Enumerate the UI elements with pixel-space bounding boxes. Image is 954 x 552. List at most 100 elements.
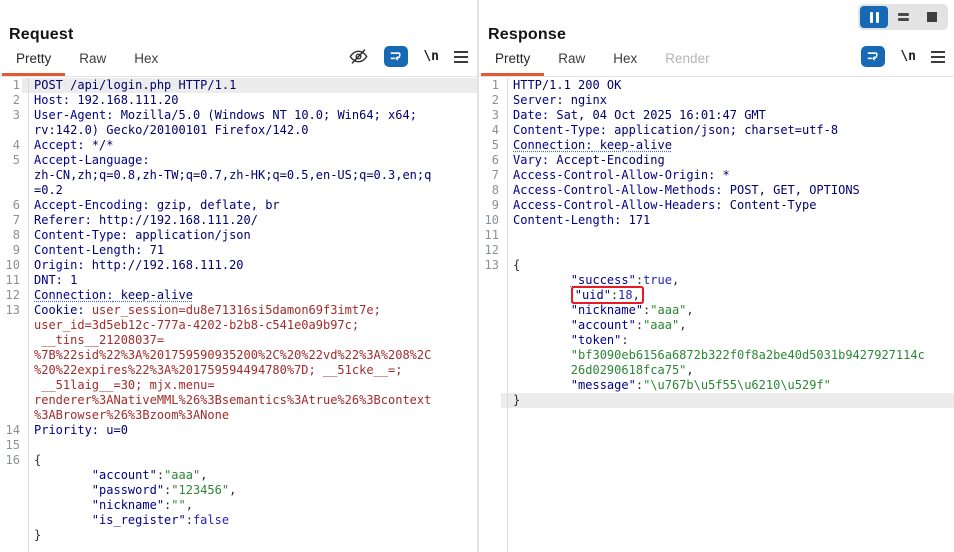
- code-line[interactable]: Connection: keep-alive: [22, 288, 477, 303]
- code-row[interactable]: 1HTTP/1.1 200 OK: [479, 78, 954, 93]
- code-row[interactable]: 3User-Agent: Mozilla/5.0 (Windows NT 10.…: [0, 108, 477, 123]
- code-row[interactable]: %3ABrowser%26%3Bzoom%3ANone: [0, 408, 477, 423]
- code-line[interactable]: "bf3090eb6156a6872b322f0f8a2be40d5031b94…: [501, 348, 954, 363]
- code-row[interactable]: rv:142.0) Gecko/20100101 Firefox/142.0: [0, 123, 477, 138]
- code-line[interactable]: "success":true,: [501, 273, 954, 288]
- code-line[interactable]: DNT: 1: [22, 273, 477, 288]
- code-line[interactable]: renderer%3ANativeMML%26%3Bsemantics%3Atr…: [22, 393, 477, 408]
- code-line[interactable]: Access-Control-Allow-Origin: *: [501, 168, 954, 183]
- code-line[interactable]: user_id=3d5eb12c-777a-4202-b2b8-c541e0a9…: [22, 318, 477, 333]
- code-row[interactable]: 4Content-Type: application/json; charset…: [479, 123, 954, 138]
- code-line[interactable]: Content-Length: 71: [22, 243, 477, 258]
- code-row[interactable]: 10Origin: http://192.168.111.20: [0, 258, 477, 273]
- code-line[interactable]: Date: Sat, 04 Oct 2025 16:01:47 GMT: [501, 108, 954, 123]
- newline-toggle-button[interactable]: \n: [900, 49, 916, 64]
- code-line[interactable]: [501, 228, 954, 243]
- code-row[interactable]: 5Accept-Language:: [0, 153, 477, 168]
- code-row[interactable]: 2Server: nginx: [479, 93, 954, 108]
- code-row[interactable]: %20%22expires%22%3A%201759594494780%7D; …: [0, 363, 477, 378]
- code-row[interactable]: 8Content-Type: application/json: [0, 228, 477, 243]
- code-line[interactable]: Referer: http://192.168.111.20/: [22, 213, 477, 228]
- code-line[interactable]: Server: nginx: [501, 93, 954, 108]
- code-row[interactable]: 6Vary: Accept-Encoding: [479, 153, 954, 168]
- code-row[interactable]: 14Priority: u=0: [0, 423, 477, 438]
- response-editor[interactable]: 1HTTP/1.1 200 OK2Server: nginx3Date: Sat…: [479, 78, 954, 552]
- code-row[interactable]: 26d0290618fca75",: [479, 363, 954, 378]
- code-row[interactable]: renderer%3ANativeMML%26%3Bsemantics%3Atr…: [0, 393, 477, 408]
- tab-raw[interactable]: Raw: [544, 45, 599, 76]
- code-line[interactable]: __51laig__=30; mjx.menu=: [22, 378, 477, 393]
- code-line[interactable]: "nickname":"aaa",: [501, 303, 954, 318]
- word-wrap-toggle-button[interactable]: [384, 46, 408, 67]
- code-line[interactable]: rv:142.0) Gecko/20100101 Firefox/142.0: [22, 123, 477, 138]
- code-line[interactable]: Connection: keep-alive: [501, 138, 954, 153]
- code-line[interactable]: "message":"\u767b\u5f55\u6210\u529f": [501, 378, 954, 393]
- code-row[interactable]: "success":true,: [479, 273, 954, 288]
- code-line[interactable]: "account":"aaa",: [22, 468, 477, 483]
- code-line[interactable]: Vary: Accept-Encoding: [501, 153, 954, 168]
- hide-eye-icon[interactable]: [348, 47, 369, 66]
- code-row[interactable]: __51laig__=30; mjx.menu=: [0, 378, 477, 393]
- code-row[interactable]: }: [479, 393, 954, 408]
- code-row[interactable]: "bf3090eb6156a6872b322f0f8a2be40d5031b94…: [479, 348, 954, 363]
- code-row[interactable]: "is_register":false: [0, 513, 477, 528]
- code-line[interactable]: %3ABrowser%26%3Bzoom%3ANone: [22, 408, 477, 423]
- code-row[interactable]: 3Date: Sat, 04 Oct 2025 16:01:47 GMT: [479, 108, 954, 123]
- code-row[interactable]: %7B%22sid%22%3A%201759590935200%2C%20%22…: [0, 348, 477, 363]
- tab-hex[interactable]: Hex: [599, 45, 651, 76]
- code-row[interactable]: user_id=3d5eb12c-777a-4202-b2b8-c541e0a9…: [0, 318, 477, 333]
- code-row[interactable]: "uid":18,: [479, 288, 954, 303]
- code-line[interactable]: %20%22expires%22%3A%201759594494780%7D; …: [22, 363, 477, 378]
- tab-pretty[interactable]: Pretty: [481, 45, 544, 76]
- code-row[interactable]: __tins__21208037=: [0, 333, 477, 348]
- code-row[interactable]: 15: [0, 438, 477, 453]
- code-row[interactable]: "message":"\u767b\u5f55\u6210\u529f": [479, 378, 954, 393]
- code-row[interactable]: "account":"aaa",: [479, 318, 954, 333]
- code-line[interactable]: =0.2: [22, 183, 477, 198]
- code-line[interactable]: %7B%22sid%22%3A%201759590935200%2C%20%22…: [22, 348, 477, 363]
- code-line[interactable]: Host: 192.168.111.20: [22, 93, 477, 108]
- code-line[interactable]: HTTP/1.1 200 OK: [501, 78, 954, 93]
- code-line[interactable]: __tins__21208037=: [22, 333, 477, 348]
- tab-raw[interactable]: Raw: [65, 45, 120, 76]
- code-line[interactable]: Accept-Language:: [22, 153, 477, 168]
- code-row[interactable]: 2Host: 192.168.111.20: [0, 93, 477, 108]
- code-row[interactable]: 1POST /api/login.php HTTP/1.1: [0, 78, 477, 93]
- code-line[interactable]: Priority: u=0: [22, 423, 477, 438]
- code-line[interactable]: Origin: http://192.168.111.20: [22, 258, 477, 273]
- code-line[interactable]: 26d0290618fca75",: [501, 363, 954, 378]
- code-line[interactable]: User-Agent: Mozilla/5.0 (Windows NT 10.0…: [22, 108, 477, 123]
- code-line[interactable]: "password":"123456",: [22, 483, 477, 498]
- code-row[interactable]: 4Accept: */*: [0, 138, 477, 153]
- code-row[interactable]: 10Content-Length: 171: [479, 213, 954, 228]
- code-line[interactable]: "token":: [501, 333, 954, 348]
- code-row[interactable]: 12: [479, 243, 954, 258]
- code-row[interactable]: 13Cookie: user_session=du8e71316si5damon…: [0, 303, 477, 318]
- code-row[interactable]: 7Referer: http://192.168.111.20/: [0, 213, 477, 228]
- code-line[interactable]: POST /api/login.php HTTP/1.1: [22, 78, 477, 93]
- code-line[interactable]: }: [501, 393, 954, 408]
- code-line[interactable]: Cookie: user_session=du8e71316si5damon69…: [22, 303, 477, 318]
- code-row[interactable]: 9Access-Control-Allow-Headers: Content-T…: [479, 198, 954, 213]
- code-row[interactable]: "token":: [479, 333, 954, 348]
- code-line[interactable]: "uid":18,: [501, 288, 954, 303]
- code-line[interactable]: Accept-Encoding: gzip, deflate, br: [22, 198, 477, 213]
- code-line[interactable]: {: [22, 453, 477, 468]
- tab-pretty[interactable]: Pretty: [2, 45, 65, 76]
- code-line[interactable]: Content-Type: application/json; charset=…: [501, 123, 954, 138]
- code-row[interactable]: "nickname":"",: [0, 498, 477, 513]
- code-line[interactable]: {: [501, 258, 954, 273]
- code-line[interactable]: "nickname":"",: [22, 498, 477, 513]
- code-row[interactable]: 13{: [479, 258, 954, 273]
- code-line[interactable]: "is_register":false: [22, 513, 477, 528]
- code-line[interactable]: Accept: */*: [22, 138, 477, 153]
- response-menu-icon[interactable]: [931, 51, 945, 63]
- request-menu-icon[interactable]: [454, 51, 468, 63]
- code-row[interactable]: "nickname":"aaa",: [479, 303, 954, 318]
- code-line[interactable]: [501, 243, 954, 258]
- code-row[interactable]: 11: [479, 228, 954, 243]
- code-row[interactable]: 9Content-Length: 71: [0, 243, 477, 258]
- code-row[interactable]: }: [0, 528, 477, 543]
- code-row[interactable]: 6Accept-Encoding: gzip, deflate, br: [0, 198, 477, 213]
- code-row[interactable]: 16{: [0, 453, 477, 468]
